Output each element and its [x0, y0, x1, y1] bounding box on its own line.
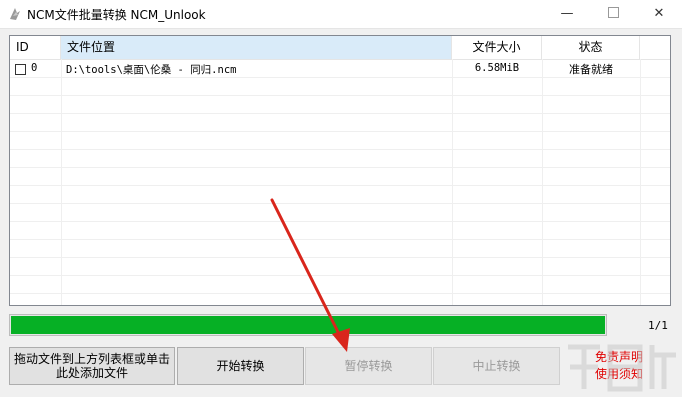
grid-line [10, 221, 670, 222]
grid-line [10, 95, 670, 96]
disclaimer-label: 免责声明 [594, 350, 643, 364]
column-header-id[interactable]: ID [10, 36, 61, 59]
grid-line [10, 275, 670, 276]
grid-line [10, 149, 670, 150]
row-size: 6.58MiB [474, 62, 520, 74]
grid-line [10, 239, 670, 240]
add-files-label-line1: 拖动文件到上方列表框或单击 [13, 352, 170, 366]
pause-convert-button[interactable]: 暂停转换 [305, 347, 432, 385]
title-bar: NCM文件批量转换 NCM_Unlook — ✕ [0, 0, 682, 29]
progress-fill [11, 316, 605, 334]
maximize-icon [607, 6, 619, 18]
start-convert-button[interactable]: 开始转换 [177, 347, 304, 385]
add-files-button[interactable]: 拖动文件到上方列表框或单击 此处添加文件 [9, 347, 175, 385]
grid-line [10, 77, 670, 78]
progress-bar [9, 314, 607, 336]
stop-convert-button[interactable]: 中止转换 [433, 347, 560, 385]
grid-line [10, 293, 670, 294]
add-files-label-line2: 此处添加文件 [55, 366, 128, 380]
list-header: ID 文件位置 文件大小 状态 [10, 36, 670, 60]
grid-line [10, 167, 670, 168]
grid-line [10, 257, 670, 258]
usage-notice-label: 使用须知 [594, 367, 643, 381]
disclaimer-link[interactable]: 免责声明 使用须知 [584, 349, 654, 383]
window-title: NCM文件批量转换 NCM_Unlook [27, 8, 206, 22]
column-header-path[interactable]: 文件位置 [61, 36, 452, 59]
row-checkbox[interactable] [15, 64, 26, 75]
grid-line [10, 113, 670, 114]
row-path: D:\tools\桌面\伦桑 - 同归.ncm [66, 64, 237, 76]
column-header-size[interactable]: 文件大小 [452, 36, 542, 59]
grid-line [10, 203, 670, 204]
progress-count: 1/1 [648, 319, 668, 332]
file-list[interactable]: ID 文件位置 文件大小 状态 0 D:\tools\桌面\伦桑 - 同归.nc… [9, 35, 671, 306]
close-button[interactable]: ✕ [636, 0, 682, 28]
column-header-status[interactable]: 状态 [542, 36, 640, 59]
minimize-button[interactable]: — [544, 0, 590, 28]
grid-line [10, 131, 670, 132]
maximize-button[interactable] [590, 0, 636, 28]
grid-line [10, 185, 670, 186]
row-status: 准备就绪 [569, 63, 613, 76]
row-id: 0 [31, 62, 38, 74]
close-icon: ✕ [653, 6, 665, 21]
minimize-icon: — [560, 6, 574, 21]
app-icon [10, 8, 20, 20]
